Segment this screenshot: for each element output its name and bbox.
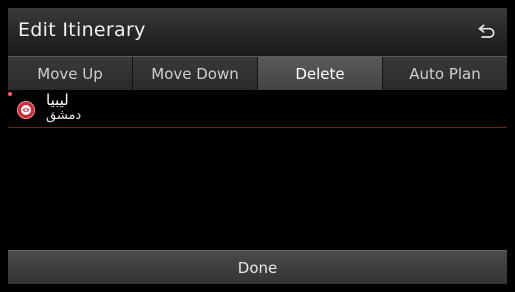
back-arrow-icon (478, 24, 495, 38)
device-frame: Edit Itinerary Move Up Move Down Delete … (0, 0, 515, 292)
auto-plan-button[interactable]: Auto Plan (383, 57, 507, 90)
done-button[interactable]: Done (8, 250, 507, 284)
item-subtitle: دمشق (46, 108, 82, 123)
back-button[interactable] (471, 16, 503, 48)
move-down-button[interactable]: Move Down (133, 57, 258, 90)
move-up-button[interactable]: Move Up (8, 57, 133, 90)
screen: Edit Itinerary Move Up Move Down Delete … (8, 8, 507, 284)
action-tabs: Move Up Move Down Delete Auto Plan (8, 57, 507, 90)
done-label: Done (237, 259, 278, 277)
page-title: Edit Itinerary (18, 19, 146, 41)
selection-indicator (8, 92, 12, 96)
item-title: ليبيا (46, 91, 69, 109)
delete-button[interactable]: Delete (258, 57, 383, 90)
title-bar: Edit Itinerary (8, 8, 507, 57)
itinerary-list: ليبيا دمشق (8, 90, 507, 250)
destination-pin-icon (17, 101, 35, 119)
list-item[interactable]: ليبيا دمشق (8, 90, 507, 128)
